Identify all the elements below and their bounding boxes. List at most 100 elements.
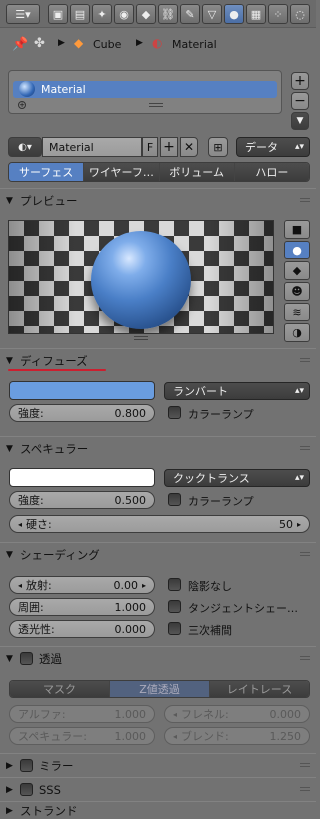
new-material-button[interactable]: + [160, 137, 178, 157]
preview-monkey-button[interactable]: ☻ [284, 282, 310, 301]
hair-icon: ≋ [292, 305, 302, 319]
sss-panel-header[interactable]: ▶ SSS [0, 777, 316, 801]
node-tree-button[interactable]: ⊞ [208, 137, 228, 157]
strand-panel-header[interactable]: ▶ ストランド [0, 801, 316, 819]
tab-surface[interactable]: サーフェス [9, 163, 85, 181]
mirror-checkbox[interactable] [20, 759, 33, 772]
transparency-panel-header[interactable]: ▼ 透過 [0, 646, 316, 670]
unlink-material-button[interactable]: ✕ [180, 137, 198, 157]
sss-checkbox[interactable] [20, 783, 33, 796]
translucency-field[interactable]: 透光性: 0.000 [9, 620, 155, 638]
hardness-field[interactable]: ◂ 硬さ: 50 ▸ [9, 515, 310, 533]
preview-type-column: ■ ● ◆ ☻ ≋ ◑ [284, 220, 310, 343]
tangent-shading-checkbox[interactable] [168, 600, 181, 613]
tab-volume[interactable]: ボリューム [159, 163, 235, 181]
preview-cube-button[interactable]: ◆ [284, 261, 310, 281]
diffuse-ramp-checkbox[interactable] [168, 406, 181, 419]
editor-type-menu[interactable]: ☰▾ [6, 4, 40, 24]
drag-grip-icon[interactable] [300, 198, 310, 204]
alpha-field[interactable]: アルファ: 1.000 [9, 705, 155, 723]
preview-panel-header[interactable]: ▼ プレビュー [0, 188, 316, 212]
arrow-right-icon[interactable]: ▸ [297, 520, 301, 529]
render-layers-tab[interactable]: ▤ [70, 4, 90, 24]
list-resize-grip[interactable] [149, 103, 163, 108]
material-tab[interactable]: ● [224, 4, 244, 24]
scene-icon: ✦ [97, 7, 107, 21]
shading-panel-header[interactable]: ▼ シェーディング [0, 542, 316, 566]
particles-tab[interactable]: ⁘ [268, 4, 288, 24]
mode-mask[interactable]: マスク [10, 681, 110, 697]
strand-title: ストランド [20, 803, 78, 818]
specular-shader-select[interactable]: クックトランス ▴▾ [164, 469, 310, 487]
arrow-right-icon[interactable]: ▸ [142, 581, 146, 590]
specular-panel-header[interactable]: ▼ スペキュラー [0, 436, 316, 460]
emit-field[interactable]: ◂ 放射: 0.00 ▸ [9, 576, 155, 594]
modifiers-tab[interactable]: ✎ [180, 4, 200, 24]
pin-icon[interactable]: 📌 [12, 37, 28, 52]
slot-specials-menu[interactable]: ▼ [291, 112, 309, 130]
triangle-down-icon: ▼ [6, 653, 13, 664]
fresnel-field[interactable]: ◂ フレネル: 0.000 [164, 705, 310, 723]
specular-ramp-checkbox[interactable] [168, 493, 181, 506]
specular-alpha-field[interactable]: スペキュラー: 1.000 [9, 727, 155, 745]
world-tab[interactable]: ◉ [114, 4, 134, 24]
physics-tab[interactable]: ◌ [290, 4, 310, 24]
material-sphere-icon: ● [229, 7, 239, 21]
mode-raytrace[interactable]: レイトレース [210, 681, 309, 697]
drag-grip-icon[interactable] [300, 552, 310, 558]
list-filter-icon[interactable]: + [18, 101, 26, 109]
texture-tab[interactable]: ▦ [246, 4, 266, 24]
arrow-left-icon[interactable]: ◂ [173, 732, 177, 741]
constraints-tab[interactable]: ⛓ [158, 4, 178, 24]
mirror-panel-header[interactable]: ▶ ミラー [0, 753, 316, 777]
material-slot-item[interactable]: Material [13, 81, 277, 98]
shadeless-checkbox[interactable] [168, 578, 181, 591]
object-tab[interactable]: ◆ [136, 4, 156, 24]
specular-color-swatch[interactable] [9, 468, 155, 487]
triangle-down-icon: ▼ [6, 549, 13, 560]
preview-title: プレビュー [20, 193, 78, 208]
add-slot-button[interactable]: + [291, 72, 309, 90]
preview-resize-grip[interactable] [134, 336, 148, 341]
preview-sphere [91, 231, 191, 329]
preview-sky-button[interactable]: ◑ [284, 323, 310, 343]
specular-ramp-label: カラーランプ [188, 495, 254, 508]
preview-hair-button[interactable]: ≋ [284, 302, 310, 322]
diffuse-color-swatch[interactable] [9, 381, 155, 400]
world-icon: ◉ [119, 7, 129, 21]
diffuse-intensity-field[interactable]: 強度: 0.800 [9, 404, 155, 422]
drag-grip-icon[interactable] [300, 763, 310, 769]
minus-icon: − [294, 93, 306, 109]
material-name-field[interactable]: Material [42, 137, 142, 157]
browse-material-button[interactable]: ◐▾ [8, 137, 42, 157]
specular-intensity-field[interactable]: 強度: 0.500 [9, 491, 155, 509]
properties-header: ☰▾ ▣ ▤ ✦ ◉ ◆ ⛓ ✎ ▽ ● ▦ ⁘ ◌ [0, 0, 316, 28]
diffuse-shader-select[interactable]: ランバート ▴▾ [164, 382, 310, 400]
arrow-left-icon[interactable]: ◂ [173, 710, 177, 719]
cubic-interpolation-checkbox[interactable] [168, 622, 181, 635]
drag-grip-icon[interactable] [300, 656, 310, 662]
blend-field[interactable]: ◂ ブレンド: 1.250 [164, 727, 310, 745]
fresnel-label: フレネル: [181, 708, 229, 721]
arrow-left-icon[interactable]: ◂ [18, 520, 22, 529]
tab-halo[interactable]: ハロー [234, 163, 309, 181]
drag-grip-icon[interactable] [300, 787, 310, 793]
tab-wire[interactable]: ワイヤーフ… [84, 163, 160, 181]
remove-slot-button[interactable]: − [291, 92, 309, 110]
drag-grip-icon[interactable] [300, 446, 310, 452]
diffuse-title: ディフューズ [20, 353, 88, 368]
link-data-select[interactable]: データ ▴▾ [236, 137, 310, 157]
render-tab[interactable]: ▣ [48, 4, 68, 24]
data-tab[interactable]: ▽ [202, 4, 222, 24]
chevron-right-icon: ▶ [58, 38, 65, 48]
preview-sphere-button[interactable]: ● [284, 240, 310, 260]
scene-tab[interactable]: ✦ [92, 4, 112, 24]
fake-user-button[interactable]: F [142, 137, 158, 157]
preview-flat-button[interactable]: ■ [284, 220, 310, 239]
drag-grip-icon[interactable] [300, 358, 310, 364]
ambient-field[interactable]: 周囲: 1.000 [9, 598, 155, 616]
mode-z-transparency[interactable]: Z値透過 [110, 681, 210, 697]
material-preview [8, 220, 274, 334]
transparency-checkbox[interactable] [20, 652, 33, 665]
arrow-left-icon[interactable]: ◂ [18, 581, 22, 590]
